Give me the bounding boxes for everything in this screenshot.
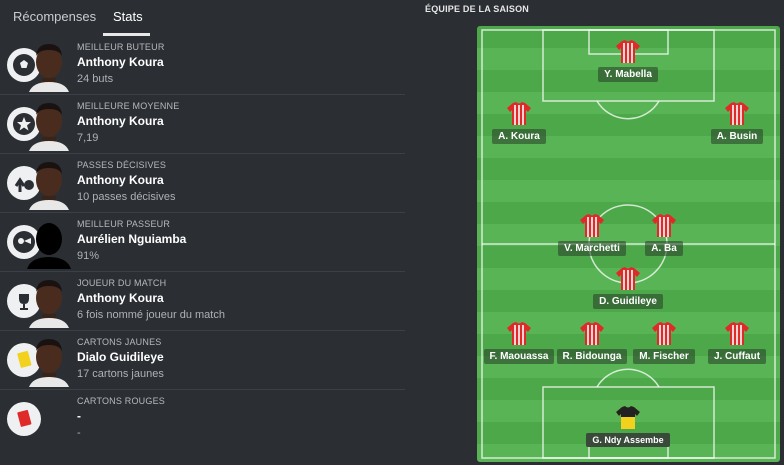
- award-category: MEILLEUR PASSEUR: [77, 219, 171, 229]
- award-winner-name[interactable]: Anthony Koura: [77, 112, 397, 130]
- player-name: G. Ndy Assembe: [586, 433, 670, 447]
- player-photo: [29, 44, 69, 92]
- award-category: JOUEUR DU MATCH: [77, 278, 167, 288]
- red-shirt-icon: [507, 322, 531, 345]
- award-row-yellow-cards[interactable]: CARTONS JAUNES Dialo Guidileye 17 carton…: [0, 331, 405, 390]
- award-row-top-scorer[interactable]: MEILLEUR BUTEUR Anthony Koura 24 buts: [0, 36, 405, 95]
- player-name: F. Maouassa: [483, 349, 555, 364]
- red-shirt-icon: [616, 40, 640, 63]
- award-tabs: Récompenses Stats: [0, 0, 405, 36]
- player-name: J. Cuffaut: [707, 349, 767, 364]
- award-category: MEILLEUR BUTEUR: [77, 42, 165, 52]
- player-name: A. Busin: [710, 129, 764, 144]
- player-card[interactable]: D. Guidileye: [583, 265, 673, 309]
- award-winner-name[interactable]: Anthony Koura: [77, 289, 397, 307]
- award-row-player-of-match[interactable]: JOUEUR DU MATCH Anthony Koura 6 fois nom…: [0, 272, 405, 331]
- award-value: 6 fois nommé joueur du match: [77, 309, 225, 321]
- tab-stats[interactable]: Stats: [113, 9, 143, 24]
- red-shirt-icon: [725, 102, 749, 125]
- award-category: PASSES DÉCISIVES: [77, 160, 167, 170]
- awards-list: MEILLEUR BUTEUR Anthony Koura 24 buts ME…: [0, 36, 405, 448]
- award-row-best-passer[interactable]: MEILLEUR PASSEUR Aurélien Nguiamba 91%: [0, 213, 405, 272]
- player-card[interactable]: A. Ba: [619, 212, 709, 256]
- award-winner-name[interactable]: Anthony Koura: [77, 53, 397, 71]
- award-category: CARTONS JAUNES: [77, 337, 162, 347]
- award-winner-name[interactable]: Aurélien Nguiamba: [77, 230, 397, 248]
- player-name: R. Bidounga: [556, 349, 628, 364]
- award-value: 17 cartons jaunes: [77, 368, 164, 380]
- award-winner-name[interactable]: Dialo Guidileye: [77, 348, 397, 366]
- award-row-best-rating[interactable]: MEILLEURE MOYENNE Anthony Koura 7,19: [0, 95, 405, 154]
- award-row-red-cards: CARTONS ROUGES - -: [0, 390, 405, 448]
- award-row-assists[interactable]: PASSES DÉCISIVES Anthony Koura 10 passes…: [0, 154, 405, 213]
- player-photo: [29, 280, 69, 328]
- team-of-season-title: ÉQUIPE DE LA SAISON: [425, 4, 529, 14]
- award-category: MEILLEURE MOYENNE: [77, 101, 180, 111]
- player-name: D. Guidileye: [593, 294, 663, 309]
- player-card[interactable]: Y. Mabella: [583, 38, 673, 82]
- player-name: V. Marchetti: [558, 241, 626, 256]
- award-value: -: [77, 427, 81, 439]
- pitch: Y. Mabella A. Koura A. Busin V. Marchett…: [477, 26, 780, 462]
- red-shirt-icon: [580, 214, 604, 237]
- player-name: M. Fischer: [633, 349, 695, 364]
- player-photo: [29, 162, 69, 210]
- player-card[interactable]: J. Cuffaut: [692, 320, 780, 364]
- player-name: Y. Mabella: [598, 67, 658, 82]
- player-photo: [29, 103, 69, 151]
- red-shirt-icon: [580, 322, 604, 345]
- award-winner-name: -: [77, 409, 81, 423]
- player-card-goalkeeper[interactable]: G. Ndy Assembe: [583, 404, 673, 448]
- award-category: CARTONS ROUGES: [77, 396, 165, 406]
- player-name: A. Ba: [645, 241, 683, 256]
- player-card[interactable]: A. Koura: [477, 100, 564, 144]
- red-shirt-icon: [652, 322, 676, 345]
- award-winner-name[interactable]: Anthony Koura: [77, 171, 397, 189]
- red-card-icon: [7, 402, 41, 436]
- award-value: 91%: [77, 250, 100, 262]
- red-shirt-icon: [616, 267, 640, 290]
- red-shirt-icon: [725, 322, 749, 345]
- player-silhouette: [27, 223, 71, 269]
- award-value: 10 passes décisives: [77, 191, 176, 203]
- red-shirt-icon: [507, 102, 531, 125]
- red-shirt-icon: [652, 214, 676, 237]
- yellow-shirt-icon: [616, 406, 640, 429]
- award-value: 24 buts: [77, 73, 114, 85]
- tab-recompenses[interactable]: Récompenses: [13, 9, 96, 24]
- player-card[interactable]: A. Busin: [692, 100, 780, 144]
- player-name: A. Koura: [492, 129, 546, 144]
- award-value: 7,19: [77, 132, 99, 144]
- player-photo: [29, 339, 69, 387]
